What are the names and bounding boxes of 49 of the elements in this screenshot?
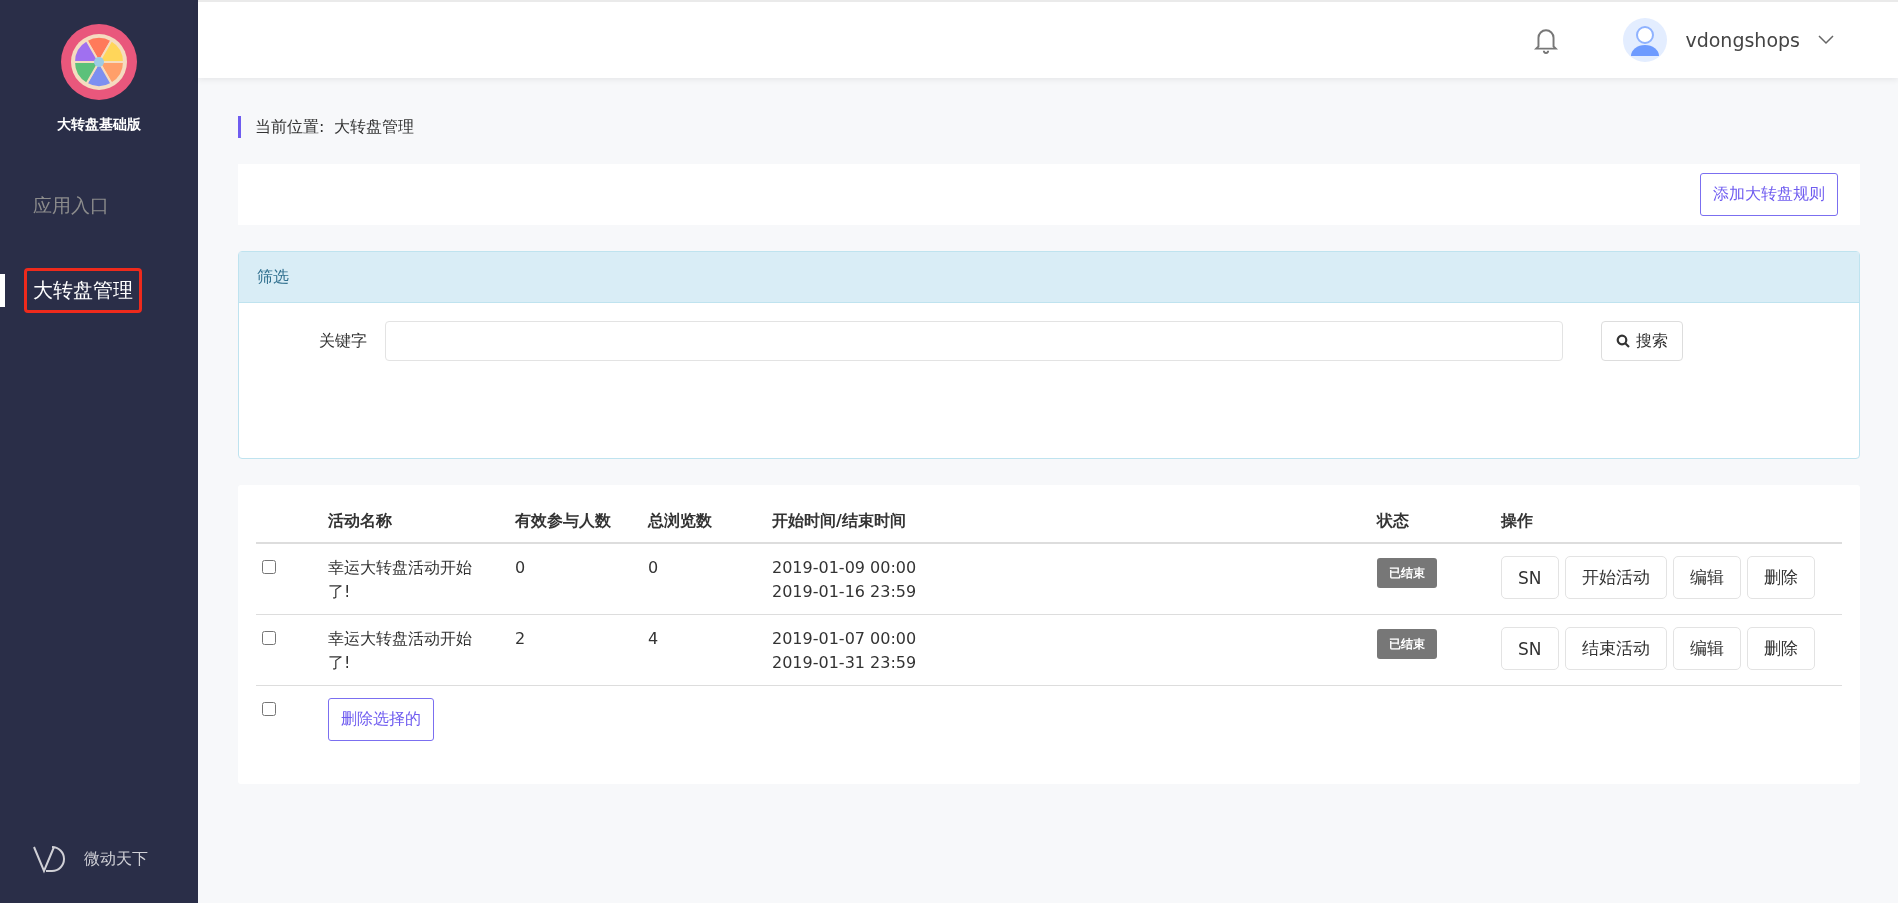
search-button[interactable]: 搜索 bbox=[1601, 321, 1683, 361]
view-count: 0 bbox=[648, 557, 660, 579]
column-header: 活动名称 bbox=[328, 501, 515, 544]
status-badge: 已结束 bbox=[1377, 558, 1437, 588]
bell-icon[interactable] bbox=[1533, 26, 1560, 54]
action-button[interactable]: SN bbox=[1501, 627, 1559, 670]
column-header: 操作 bbox=[1501, 501, 1842, 544]
add-rule-button[interactable]: 添加大转盘规则 bbox=[1700, 173, 1838, 216]
select-all-checkbox[interactable] bbox=[262, 702, 276, 716]
end-time: 2019-01-31 23:59 bbox=[772, 652, 918, 674]
action-button[interactable]: 结束活动 bbox=[1564, 627, 1667, 670]
action-button[interactable]: 开始活动 bbox=[1564, 556, 1667, 599]
chevron-down-icon[interactable] bbox=[1818, 35, 1834, 45]
row-checkbox[interactable] bbox=[262, 631, 276, 645]
prize-wheel-logo-icon bbox=[61, 24, 137, 100]
column-header: 总浏览数 bbox=[648, 501, 772, 544]
action-button[interactable]: 编辑 bbox=[1672, 556, 1741, 599]
search-icon bbox=[1616, 334, 1630, 348]
app-name: 大转盘基础版 bbox=[57, 116, 141, 134]
row-checkbox[interactable] bbox=[262, 560, 276, 574]
keyword-label: 关键字 bbox=[319, 330, 367, 352]
filter-title: 筛选 bbox=[239, 252, 1859, 303]
avatar-icon[interactable] bbox=[1623, 18, 1668, 62]
delete-selected-button[interactable]: 删除选择的 bbox=[328, 698, 434, 741]
participant-count: 2 bbox=[515, 628, 527, 650]
sidebar-item[interactable]: 应用入口 bbox=[24, 184, 118, 228]
column-header: 有效参与人数 bbox=[515, 501, 648, 544]
start-time: 2019-01-07 00:00 bbox=[772, 628, 918, 650]
action-button[interactable]: 删除 bbox=[1746, 627, 1815, 670]
action-button[interactable]: 编辑 bbox=[1672, 627, 1741, 670]
action-button[interactable]: SN bbox=[1501, 556, 1559, 599]
v-logo-icon bbox=[32, 843, 68, 875]
breadcrumb-current: 大转盘管理 bbox=[334, 116, 415, 138]
start-time: 2019-01-09 00:00 bbox=[772, 557, 918, 579]
view-count: 4 bbox=[648, 628, 660, 650]
breadcrumb-label: 当前位置: bbox=[255, 116, 325, 138]
username[interactable]: vdongshops bbox=[1685, 29, 1800, 51]
sidebar-item[interactable]: 大转盘管理 bbox=[24, 268, 142, 313]
column-header: 状态 bbox=[1377, 501, 1501, 544]
activity-name: 幸运大转盘活动开始了! bbox=[328, 557, 473, 603]
activity-name: 幸运大转盘活动开始了! bbox=[328, 628, 473, 674]
end-time: 2019-01-16 23:59 bbox=[772, 581, 918, 603]
action-button[interactable]: 删除 bbox=[1746, 556, 1815, 599]
column-header: 开始时间/结束时间 bbox=[772, 501, 1377, 544]
keyword-field[interactable] bbox=[385, 321, 1563, 361]
company-name: 微动天下 bbox=[84, 848, 148, 870]
participant-count: 0 bbox=[515, 557, 527, 579]
active-indicator bbox=[0, 274, 5, 307]
status-badge: 已结束 bbox=[1377, 629, 1437, 659]
